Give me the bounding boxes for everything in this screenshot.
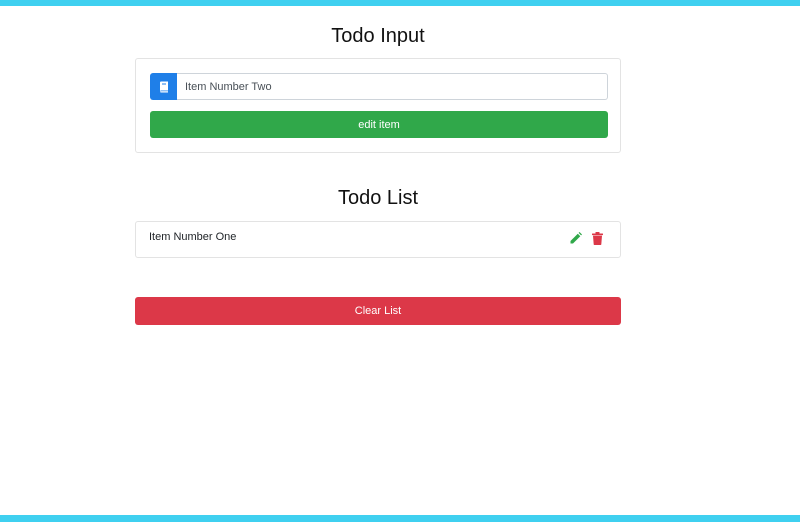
todo-input-field[interactable] (177, 73, 608, 100)
todo-input-title: Todo Input (331, 25, 425, 47)
clear-list-button[interactable]: Clear List (135, 297, 621, 325)
bottom-accent-bar (0, 515, 800, 522)
list-item: Item Number One (135, 221, 621, 258)
todo-input-group (150, 73, 608, 100)
todo-item-actions (569, 231, 604, 245)
edit-item-button[interactable]: edit item (150, 111, 608, 138)
trash-icon[interactable] (591, 231, 604, 245)
top-accent-bar (0, 0, 800, 6)
todo-list-title: Todo List (337, 187, 419, 209)
todo-input-card: edit item (135, 58, 621, 153)
pencil-icon[interactable] (569, 231, 582, 245)
todo-item-text: Item Number One (149, 231, 237, 243)
book-icon (150, 73, 177, 100)
todo-list: Item Number One (135, 221, 621, 258)
